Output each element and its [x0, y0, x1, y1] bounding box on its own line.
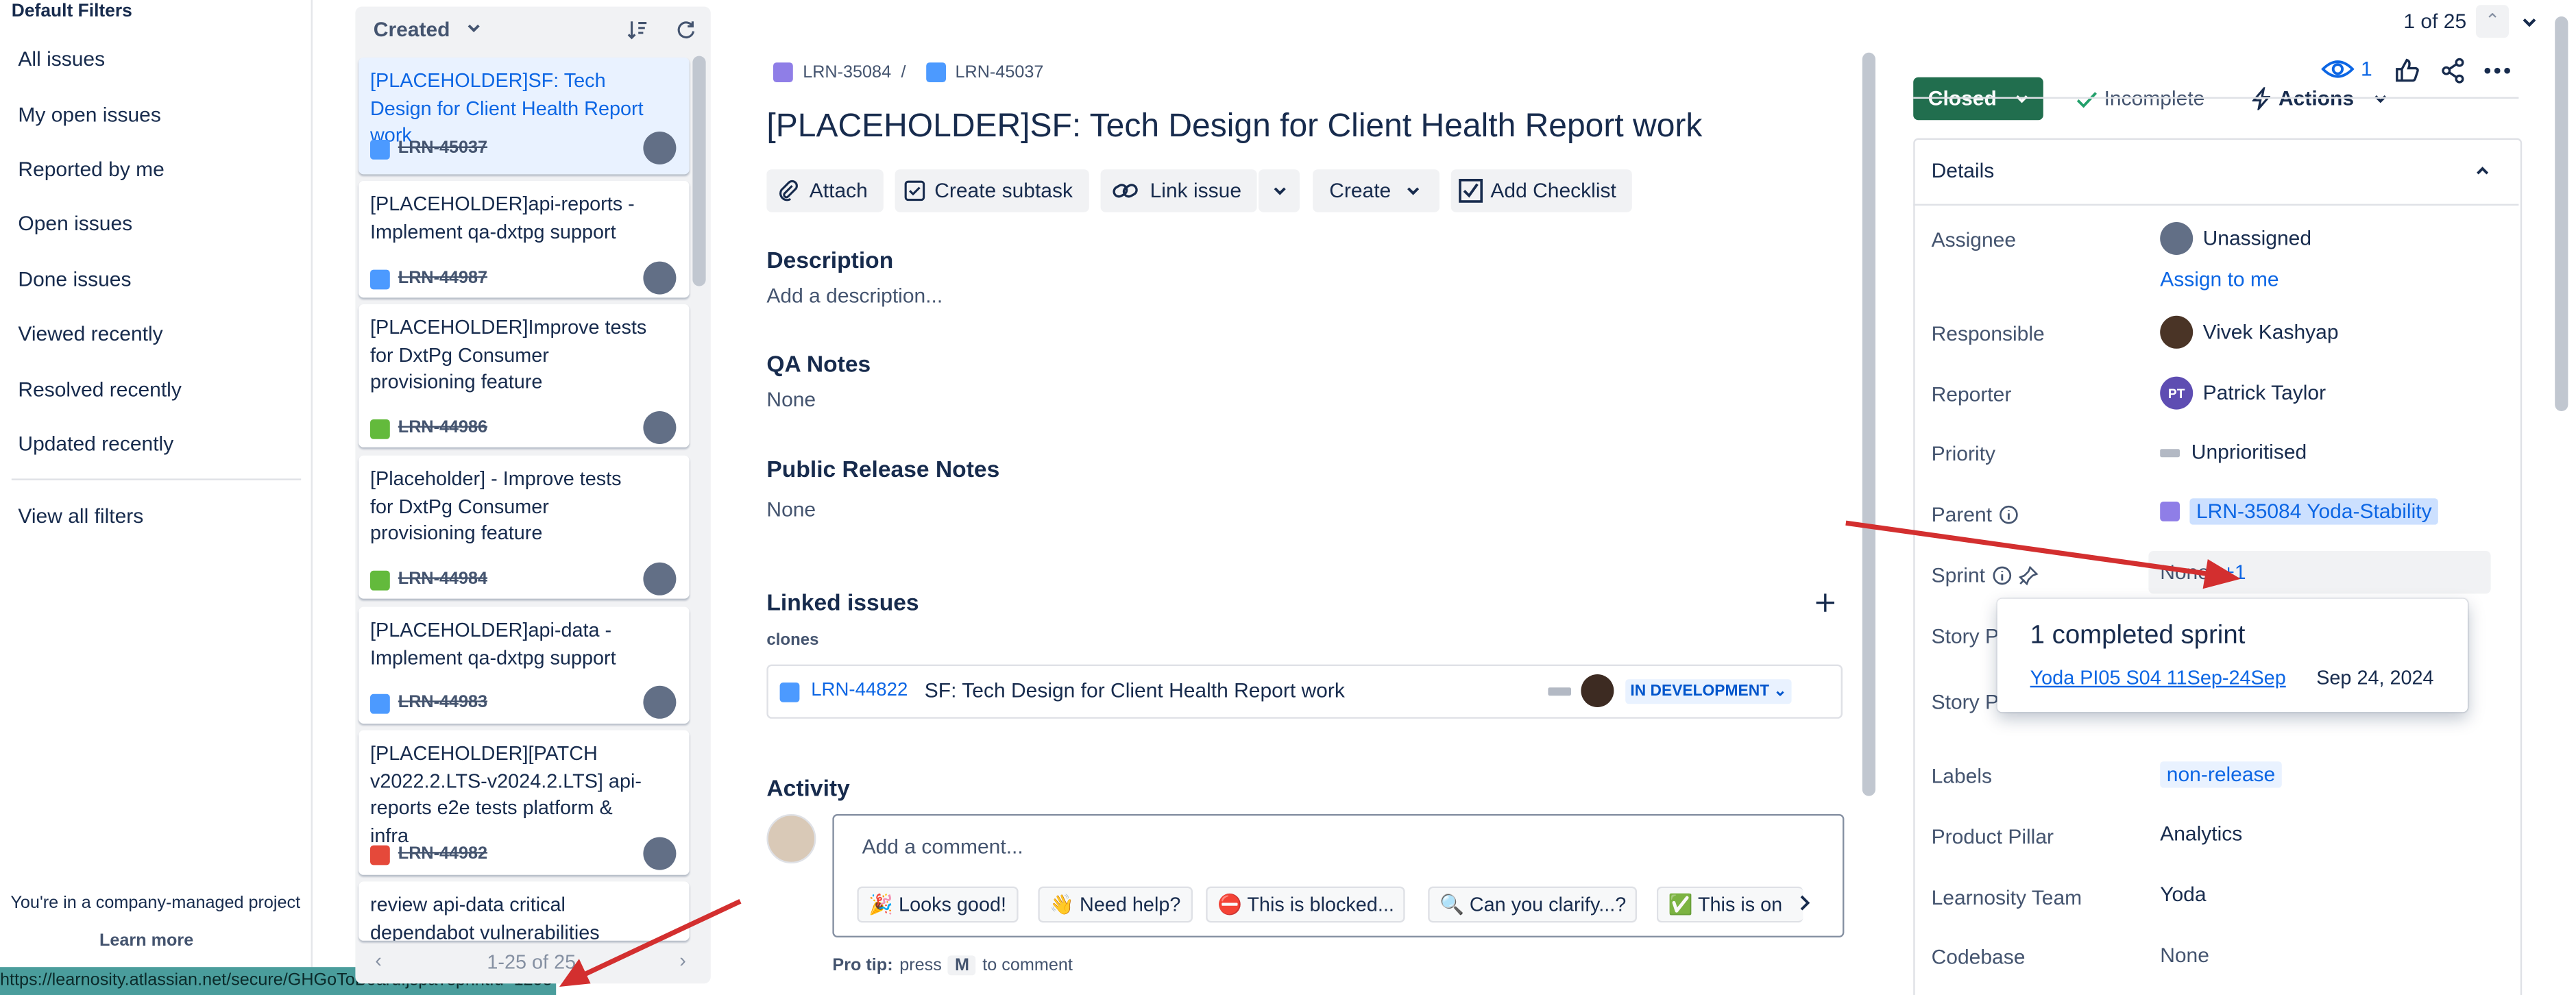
jira-issue-view: Default Filters All issues My open issue… [0, 0, 2576, 995]
annotation-arrow-sprint [1845, 520, 2241, 589]
annotation-arrows [559, 520, 2241, 987]
annotation-arrow-url [559, 898, 742, 987]
